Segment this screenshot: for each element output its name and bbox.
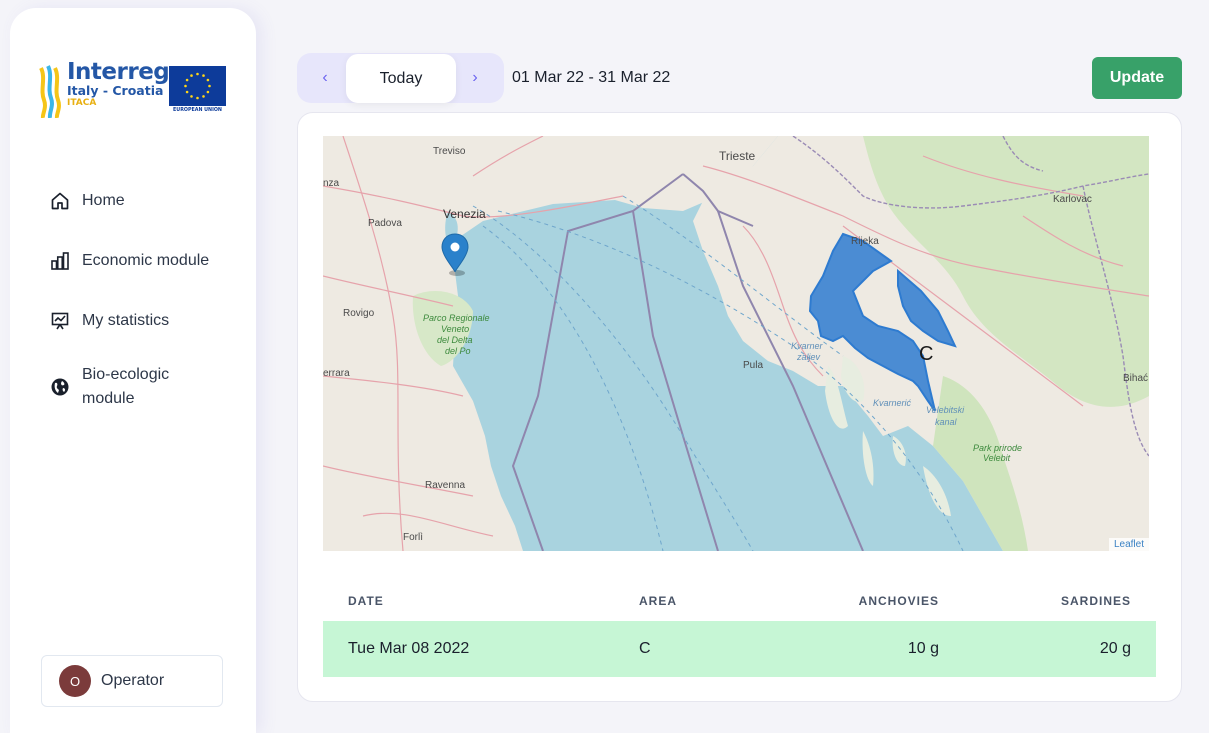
map-label: Treviso — [433, 146, 466, 157]
update-button[interactable]: Update — [1092, 57, 1182, 99]
date-range: 01 Mar 22 - 31 Mar 22 — [512, 69, 671, 86]
column-header-area: AREA — [639, 594, 678, 608]
interreg-stripes-icon — [39, 65, 61, 118]
user-name: Operator — [101, 672, 165, 689]
globe-icon — [51, 378, 69, 396]
map-label: Bihać — [1123, 373, 1148, 384]
sidebar-item-my-statistics[interactable]: My statistics — [50, 311, 169, 331]
cell-area: C — [639, 640, 651, 657]
sidebar-item-home[interactable]: Home — [50, 191, 125, 211]
map-label: Forlì — [403, 532, 423, 543]
map-label: zaljev — [796, 352, 821, 362]
previous-period-button[interactable]: ‹ — [313, 66, 337, 90]
map-canvas[interactable]: Treviso Trieste Venezia Padova nza Karlo… — [323, 136, 1149, 551]
map-label: Trieste — [719, 149, 756, 163]
map-label: Park prirode — [973, 443, 1022, 453]
sidebar-item-label: Bio-ecologic module — [82, 366, 170, 407]
avatar: O — [59, 665, 91, 697]
map-label: del Delta — [437, 335, 473, 345]
map-label: Parco Regionale — [423, 313, 490, 323]
map-label: nza — [323, 178, 340, 189]
map-label: Veneto — [441, 324, 469, 334]
map-label: Velebit — [983, 453, 1011, 463]
map-label: Kvarnerić — [873, 398, 912, 408]
column-header-date: DATE — [348, 594, 384, 608]
sidebar-item-label: Economic module — [82, 252, 210, 269]
column-header-anchovies: ANCHOVIES — [858, 594, 939, 608]
map-label: Karlovac — [1053, 194, 1092, 205]
home-icon — [51, 192, 69, 210]
cell-sardines: 20 g — [1099, 640, 1131, 657]
sidebar: Interreg Italy - Croatia ITACA EUROPEAN … — [10, 8, 256, 733]
map-label: Ravenna — [425, 480, 465, 491]
map-label: Rijeka — [851, 236, 879, 247]
map-label: Venezia — [443, 207, 486, 221]
logo-subtitle: Italy - Croatia — [67, 83, 164, 98]
sidebar-item-label: My statistics — [82, 312, 170, 329]
catch-table: DATE AREA ANCHOVIES SARDINES Tue Mar 08 … — [323, 585, 1156, 677]
interreg-logo[interactable]: Interreg Italy - Croatia ITACA EUROPEAN … — [38, 60, 234, 124]
map-label: kanal — [935, 417, 958, 427]
eu-stars-icon — [184, 72, 211, 100]
map-label: Padova — [368, 218, 402, 229]
sidebar-item-economic-module[interactable]: Economic module — [50, 251, 209, 271]
sidebar-item-bio-ecologic-module[interactable]: Bio-ecologic module — [50, 363, 212, 411]
map[interactable]: Treviso Trieste Venezia Padova nza Karlo… — [323, 136, 1149, 551]
eu-emblem: EUROPEAN UNION — [169, 66, 226, 114]
table-row[interactable]: Tue Mar 08 2022 C 10 g 20 g — [323, 621, 1156, 677]
cell-anchovies: 10 g — [907, 640, 939, 657]
logo-program: ITACA — [67, 98, 97, 108]
user-profile[interactable]: O Operator — [41, 655, 223, 707]
map-label: Velebitski — [926, 405, 965, 415]
eu-label: EUROPEAN UNION — [173, 108, 222, 113]
cell-date: Tue Mar 08 2022 — [348, 640, 470, 657]
table-header: DATE AREA ANCHOVIES SARDINES — [323, 585, 1156, 619]
column-header-sardines: SARDINES — [1060, 594, 1131, 608]
area-c-label: C — [919, 343, 933, 365]
date-navigator: ‹ Today › — [297, 53, 504, 103]
map-label: errara — [323, 368, 350, 379]
eu-flag-icon — [169, 66, 226, 106]
leaflet-attribution-link[interactable]: Leaflet — [1108, 538, 1149, 551]
map-label: Kvarner — [791, 341, 824, 351]
logo-title: Interreg — [67, 59, 170, 85]
next-period-button[interactable]: › — [463, 66, 487, 90]
map-label: Pula — [743, 360, 763, 371]
today-button[interactable]: Today — [346, 54, 456, 103]
map-label: del Po — [445, 346, 471, 356]
logo-text: Interreg Italy - Croatia ITACA — [67, 59, 170, 108]
bar-chart-icon — [51, 252, 69, 270]
map-label: Rovigo — [343, 308, 375, 319]
sidebar-item-label: Home — [82, 192, 125, 209]
presentation-chart-icon — [51, 312, 69, 330]
